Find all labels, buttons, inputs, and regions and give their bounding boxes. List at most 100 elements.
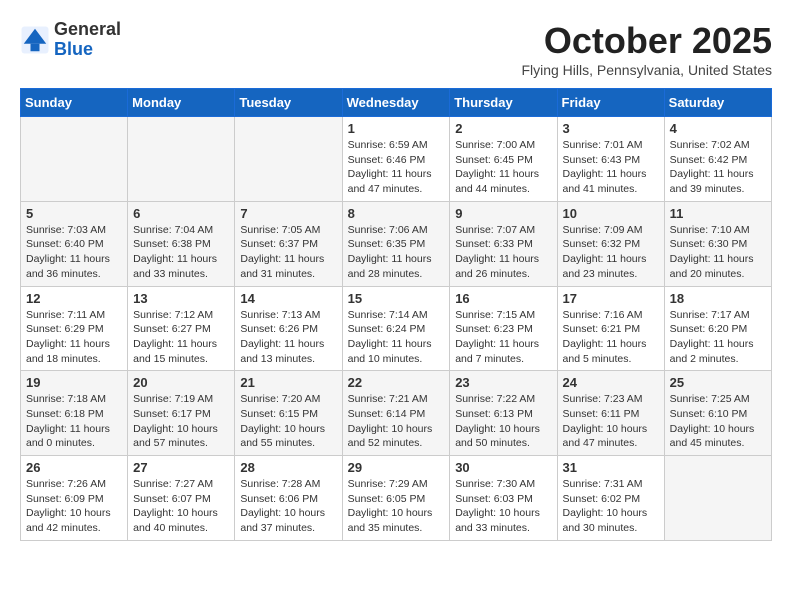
weekday-header-saturday: Saturday <box>664 89 771 117</box>
logo-text: General Blue <box>54 20 121 60</box>
calendar-cell: 12 Sunrise: 7:11 AM Sunset: 6:29 PM Dayli… <box>21 286 128 371</box>
day-info: Sunrise: 7:20 AM Sunset: 6:15 PM Dayligh… <box>240 392 336 451</box>
day-info: Sunrise: 7:04 AM Sunset: 6:38 PM Dayligh… <box>133 223 229 282</box>
month-title: October 2025 <box>521 20 772 62</box>
day-info: Sunrise: 7:23 AM Sunset: 6:11 PM Dayligh… <box>563 392 659 451</box>
day-number: 20 <box>133 375 229 390</box>
weekday-header-thursday: Thursday <box>450 89 557 117</box>
calendar-cell: 4 Sunrise: 7:02 AM Sunset: 6:42 PM Daylig… <box>664 117 771 202</box>
day-number: 7 <box>240 206 336 221</box>
calendar-cell: 10 Sunrise: 7:09 AM Sunset: 6:32 PM Dayli… <box>557 201 664 286</box>
day-info: Sunrise: 7:01 AM Sunset: 6:43 PM Dayligh… <box>563 138 659 197</box>
day-info: Sunrise: 7:13 AM Sunset: 6:26 PM Dayligh… <box>240 308 336 367</box>
day-info: Sunrise: 7:22 AM Sunset: 6:13 PM Dayligh… <box>455 392 551 451</box>
calendar-cell: 23 Sunrise: 7:22 AM Sunset: 6:13 PM Dayli… <box>450 371 557 456</box>
day-number: 17 <box>563 291 659 306</box>
day-number: 16 <box>455 291 551 306</box>
day-number: 1 <box>348 121 445 136</box>
logo: General Blue <box>20 20 121 60</box>
page-header: General Blue October 2025 Flying Hills, … <box>20 20 772 78</box>
calendar-cell: 25 Sunrise: 7:25 AM Sunset: 6:10 PM Dayli… <box>664 371 771 456</box>
day-number: 10 <box>563 206 659 221</box>
day-info: Sunrise: 7:02 AM Sunset: 6:42 PM Dayligh… <box>670 138 766 197</box>
calendar-cell: 7 Sunrise: 7:05 AM Sunset: 6:37 PM Daylig… <box>235 201 342 286</box>
day-info: Sunrise: 7:05 AM Sunset: 6:37 PM Dayligh… <box>240 223 336 282</box>
day-info: Sunrise: 7:07 AM Sunset: 6:33 PM Dayligh… <box>455 223 551 282</box>
day-info: Sunrise: 7:25 AM Sunset: 6:10 PM Dayligh… <box>670 392 766 451</box>
day-info: Sunrise: 7:16 AM Sunset: 6:21 PM Dayligh… <box>563 308 659 367</box>
day-number: 22 <box>348 375 445 390</box>
day-info: Sunrise: 7:12 AM Sunset: 6:27 PM Dayligh… <box>133 308 229 367</box>
day-info: Sunrise: 7:21 AM Sunset: 6:14 PM Dayligh… <box>348 392 445 451</box>
day-info: Sunrise: 7:11 AM Sunset: 6:29 PM Dayligh… <box>26 308 122 367</box>
day-info: Sunrise: 7:19 AM Sunset: 6:17 PM Dayligh… <box>133 392 229 451</box>
calendar-week-row: 12 Sunrise: 7:11 AM Sunset: 6:29 PM Dayli… <box>21 286 772 371</box>
calendar-cell: 28Sunrise: 7:28 AM Sunset: 6:06 PM Dayli… <box>235 456 342 541</box>
day-number: 25 <box>670 375 766 390</box>
weekday-header-wednesday: Wednesday <box>342 89 450 117</box>
day-info: Sunrise: 7:31 AM Sunset: 6:02 PM Dayligh… <box>563 477 659 536</box>
day-number: 9 <box>455 206 551 221</box>
day-number: 14 <box>240 291 336 306</box>
day-info: Sunrise: 7:00 AM Sunset: 6:45 PM Dayligh… <box>455 138 551 197</box>
day-number: 23 <box>455 375 551 390</box>
calendar-cell: 5 Sunrise: 7:03 AM Sunset: 6:40 PM Daylig… <box>21 201 128 286</box>
weekday-header-monday: Monday <box>128 89 235 117</box>
day-info: Sunrise: 7:29 AM Sunset: 6:05 PM Dayligh… <box>348 477 445 536</box>
logo-blue-text: Blue <box>54 40 121 60</box>
weekday-header-row: SundayMondayTuesdayWednesdayThursdayFrid… <box>21 89 772 117</box>
location-subtitle: Flying Hills, Pennsylvania, United State… <box>521 62 772 78</box>
day-number: 4 <box>670 121 766 136</box>
calendar-cell <box>21 117 128 202</box>
calendar-cell: 27Sunrise: 7:27 AM Sunset: 6:07 PM Dayli… <box>128 456 235 541</box>
day-number: 26 <box>26 460 122 475</box>
calendar-cell: 22 Sunrise: 7:21 AM Sunset: 6:14 PM Dayli… <box>342 371 450 456</box>
day-info: Sunrise: 7:15 AM Sunset: 6:23 PM Dayligh… <box>455 308 551 367</box>
day-number: 5 <box>26 206 122 221</box>
calendar-week-row: 5 Sunrise: 7:03 AM Sunset: 6:40 PM Daylig… <box>21 201 772 286</box>
day-info: Sunrise: 7:10 AM Sunset: 6:30 PM Dayligh… <box>670 223 766 282</box>
calendar-cell <box>128 117 235 202</box>
day-number: 12 <box>26 291 122 306</box>
calendar-cell: 21Sunrise: 7:20 AM Sunset: 6:15 PM Dayli… <box>235 371 342 456</box>
day-info: Sunrise: 6:59 AM Sunset: 6:46 PM Dayligh… <box>348 138 445 197</box>
calendar-cell: 18Sunrise: 7:17 AM Sunset: 6:20 PM Dayli… <box>664 286 771 371</box>
calendar-table: SundayMondayTuesdayWednesdayThursdayFrid… <box>20 88 772 541</box>
calendar-cell: 16 Sunrise: 7:15 AM Sunset: 6:23 PM Dayli… <box>450 286 557 371</box>
calendar-cell: 30 Sunrise: 7:30 AM Sunset: 6:03 PM Dayli… <box>450 456 557 541</box>
day-info: Sunrise: 7:28 AM Sunset: 6:06 PM Dayligh… <box>240 477 336 536</box>
calendar-cell: 9 Sunrise: 7:07 AM Sunset: 6:33 PM Daylig… <box>450 201 557 286</box>
calendar-cell: 20 Sunrise: 7:19 AM Sunset: 6:17 PM Dayli… <box>128 371 235 456</box>
calendar-cell <box>235 117 342 202</box>
calendar-week-row: 1 Sunrise: 6:59 AM Sunset: 6:46 PM Daylig… <box>21 117 772 202</box>
day-number: 6 <box>133 206 229 221</box>
day-info: Sunrise: 7:03 AM Sunset: 6:40 PM Dayligh… <box>26 223 122 282</box>
day-number: 19 <box>26 375 122 390</box>
calendar-cell <box>664 456 771 541</box>
day-number: 27 <box>133 460 229 475</box>
logo-general-text: General <box>54 20 121 40</box>
day-number: 13 <box>133 291 229 306</box>
day-number: 30 <box>455 460 551 475</box>
calendar-cell: 3 Sunrise: 7:01 AM Sunset: 6:43 PM Daylig… <box>557 117 664 202</box>
calendar-cell: 11Sunrise: 7:10 AM Sunset: 6:30 PM Dayli… <box>664 201 771 286</box>
calendar-cell: 24 Sunrise: 7:23 AM Sunset: 6:11 PM Dayli… <box>557 371 664 456</box>
day-number: 8 <box>348 206 445 221</box>
calendar-week-row: 26 Sunrise: 7:26 AM Sunset: 6:09 PM Dayli… <box>21 456 772 541</box>
day-info: Sunrise: 7:06 AM Sunset: 6:35 PM Dayligh… <box>348 223 445 282</box>
day-number: 24 <box>563 375 659 390</box>
calendar-cell: 8 Sunrise: 7:06 AM Sunset: 6:35 PM Daylig… <box>342 201 450 286</box>
day-info: Sunrise: 7:17 AM Sunset: 6:20 PM Dayligh… <box>670 308 766 367</box>
calendar-cell: 31Sunrise: 7:31 AM Sunset: 6:02 PM Dayli… <box>557 456 664 541</box>
day-info: Sunrise: 7:09 AM Sunset: 6:32 PM Dayligh… <box>563 223 659 282</box>
day-info: Sunrise: 7:14 AM Sunset: 6:24 PM Dayligh… <box>348 308 445 367</box>
calendar-cell: 17 Sunrise: 7:16 AM Sunset: 6:21 PM Dayli… <box>557 286 664 371</box>
weekday-header-friday: Friday <box>557 89 664 117</box>
day-info: Sunrise: 7:26 AM Sunset: 6:09 PM Dayligh… <box>26 477 122 536</box>
day-number: 2 <box>455 121 551 136</box>
calendar-cell: 19 Sunrise: 7:18 AM Sunset: 6:18 PM Dayli… <box>21 371 128 456</box>
calendar-week-row: 19 Sunrise: 7:18 AM Sunset: 6:18 PM Dayli… <box>21 371 772 456</box>
day-info: Sunrise: 7:18 AM Sunset: 6:18 PM Dayligh… <box>26 392 122 451</box>
day-info: Sunrise: 7:30 AM Sunset: 6:03 PM Dayligh… <box>455 477 551 536</box>
day-number: 3 <box>563 121 659 136</box>
